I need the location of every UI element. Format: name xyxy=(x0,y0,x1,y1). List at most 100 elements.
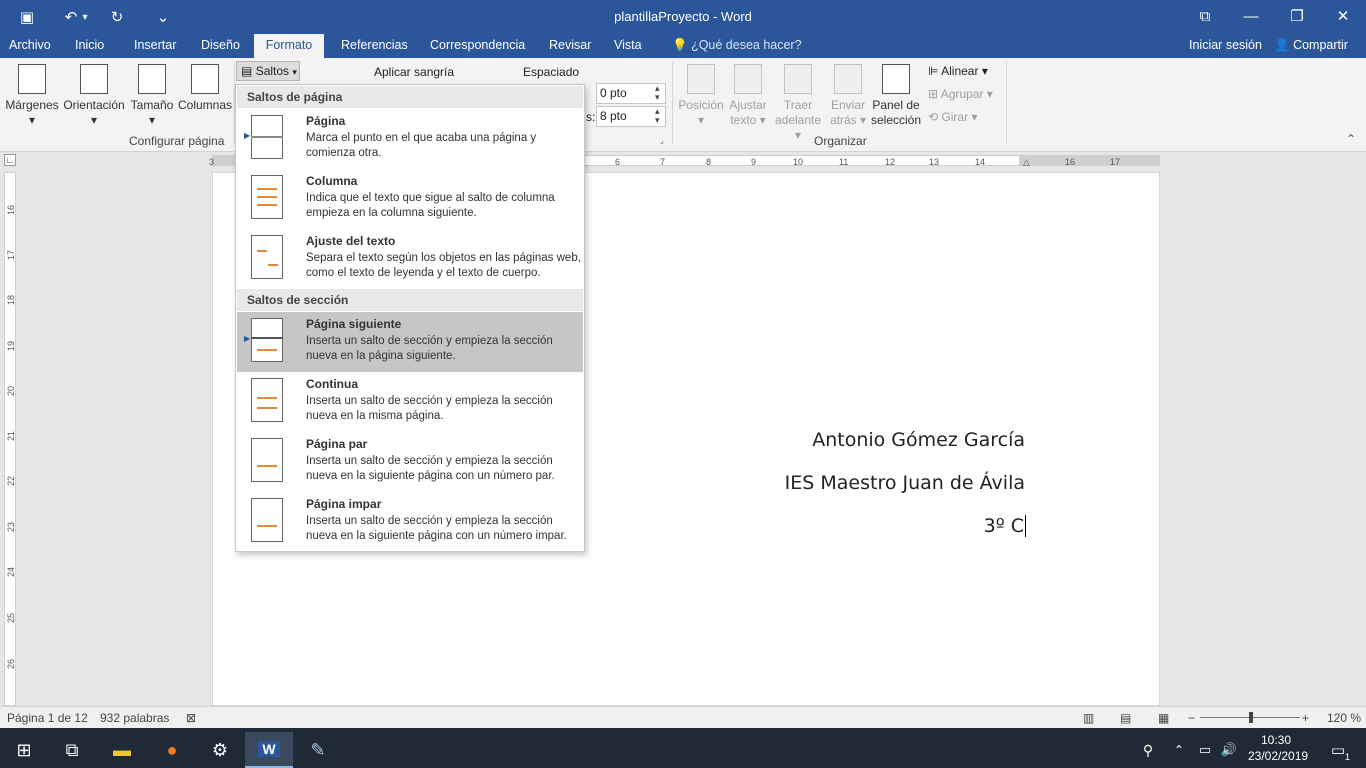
selection-pane-button[interactable]: Panel de selección xyxy=(870,64,922,128)
indent-marker-icon[interactable]: △ xyxy=(1023,157,1030,168)
spacing-after-input[interactable]: 8 pto xyxy=(596,106,666,127)
zoom-out-icon[interactable]: − xyxy=(1188,711,1195,725)
align-label: Alinear xyxy=(941,64,979,78)
rotate-label: Girar xyxy=(941,110,969,124)
ruler-tick: 17 xyxy=(1110,157,1121,167)
page-count[interactable]: Página 1 de 12 xyxy=(7,711,88,725)
document-line-class[interactable]: 3º C xyxy=(984,515,1026,537)
word-count[interactable]: 932 palabras xyxy=(100,711,169,725)
tab-revisar[interactable]: Revisar xyxy=(541,34,599,58)
ruler-tick: 22 xyxy=(6,476,16,487)
ruler-tick: 3 xyxy=(209,157,215,167)
tab-insertar[interactable]: Insertar xyxy=(126,34,184,58)
break-item-odd-page[interactable]: Página impar Inserta un salto de sección… xyxy=(237,492,583,552)
break-item-column[interactable]: Columna Indica que el texto que sigue al… xyxy=(237,169,583,229)
notifications-icon[interactable]: ▭ 1 xyxy=(1314,732,1362,768)
break-item-text-wrapping[interactable]: Ajuste del texto Separa el texto según l… xyxy=(237,229,583,289)
margins-label: Márgenes xyxy=(5,98,59,112)
wrap-text-button: Ajustar texto ▾ xyxy=(726,64,770,128)
tab-inicio[interactable]: Inicio xyxy=(67,34,112,58)
break-item-even-page[interactable]: Página par Inserta un salto de sección y… xyxy=(237,432,583,492)
file-explorer-icon[interactable]: ▬ xyxy=(98,732,146,768)
ruler-tick: 23 xyxy=(6,522,16,533)
ruler-tick: 21 xyxy=(6,431,16,442)
size-button[interactable]: Tamaño ▾ xyxy=(128,64,176,128)
settings-gear-icon[interactable]: ⚙ xyxy=(196,732,244,768)
minimize-button[interactable]: — xyxy=(1228,0,1274,32)
ruler-tick: 8 xyxy=(706,157,712,167)
tab-formato[interactable]: Formato xyxy=(254,34,324,58)
ruler-tick: 14 xyxy=(975,157,986,167)
columns-button[interactable]: Columnas xyxy=(177,64,233,113)
send-backward-icon xyxy=(834,64,862,94)
continuous-break-icon xyxy=(251,378,283,422)
tab-referencias[interactable]: Referencias xyxy=(333,34,416,58)
orientation-icon xyxy=(80,64,108,94)
tell-me-search[interactable]: 💡 ¿Qué desea hacer? xyxy=(664,34,810,58)
tab-diseno[interactable]: Diseño xyxy=(193,34,248,58)
ruler-tick: 26 xyxy=(6,659,16,670)
vertical-ruler[interactable]: 16 17 18 19 20 21 22 23 24 25 26 xyxy=(4,172,16,706)
text-wrapping-break-icon xyxy=(251,235,283,279)
tab-archivo[interactable]: Archivo xyxy=(1,34,59,58)
tab-vista[interactable]: Vista xyxy=(606,34,650,58)
people-icon[interactable]: ⚲ xyxy=(1124,732,1172,768)
wrap-text-label-2: texto xyxy=(730,113,757,127)
zoom-level[interactable]: 120 % xyxy=(1327,711,1361,725)
spacing-after-label: s: xyxy=(586,110,596,124)
word-taskbar-icon[interactable]: W xyxy=(245,732,293,768)
firefox-icon[interactable]: ● xyxy=(148,732,196,768)
break-item-page[interactable]: ▶ Página Marca el punto en el que acaba … xyxy=(237,109,583,169)
share-button[interactable]: 👤 Compartir xyxy=(1266,34,1356,58)
task-view-icon[interactable]: ⧉ xyxy=(48,732,96,768)
break-item-continuous[interactable]: Continua Inserta un salto de sección y e… xyxy=(237,372,583,432)
window-title: plantillaProyecto - Word xyxy=(614,9,752,24)
print-layout-icon[interactable]: ▤ xyxy=(1120,711,1131,725)
clock-date: 23/02/2019 xyxy=(1248,749,1309,763)
indent-label: Aplicar sangría xyxy=(374,65,455,79)
selection-pane-label-2: selección xyxy=(870,113,922,127)
close-button[interactable]: ✕ xyxy=(1320,0,1366,32)
columns-label: Columnas xyxy=(177,98,233,112)
bring-forward-label-2: adelante xyxy=(774,113,822,127)
breaks-button[interactable]: ▤ Saltos ▾ xyxy=(236,61,300,81)
ribbon-display-options-icon[interactable]: ⧉ xyxy=(1182,0,1228,32)
break-item-desc: Inserta un salto de sección y empieza la… xyxy=(306,515,567,542)
paragraph-dialog-launcher-icon[interactable]: ⌟ xyxy=(660,136,664,145)
lightbulb-icon: 💡 xyxy=(672,38,688,52)
ruler-tick: 24 xyxy=(6,567,16,578)
web-layout-icon[interactable]: ▦ xyxy=(1158,711,1169,725)
clock[interactable]: 10:30 23/02/2019 xyxy=(1248,732,1309,764)
spacing-before-input[interactable]: 0 pto xyxy=(596,83,666,104)
paint-icon[interactable]: ✎ xyxy=(294,732,342,768)
proofing-icon[interactable]: ⊠ xyxy=(186,711,196,725)
tab-selector-icon[interactable]: ∟ xyxy=(4,154,16,166)
orientation-button[interactable]: Orientación ▾ xyxy=(62,64,126,128)
restore-button[interactable]: ❐ xyxy=(1274,0,1320,32)
windows-start-icon[interactable]: ⊞ xyxy=(0,732,48,768)
zoom-in-icon[interactable]: + xyxy=(1302,711,1309,725)
selection-pane-icon xyxy=(882,64,910,94)
send-backward-label-1: Enviar xyxy=(830,98,865,112)
margins-button[interactable]: Márgenes ▾ xyxy=(4,64,60,128)
collapse-ribbon-icon[interactable]: ⌃ xyxy=(1346,132,1356,146)
zoom-slider-thumb[interactable] xyxy=(1249,712,1253,723)
signin-link[interactable]: Iniciar sesión xyxy=(1181,34,1270,58)
break-item-desc: Marca el punto en el que acaba una págin… xyxy=(306,132,537,159)
document-line-author[interactable]: Antonio Gómez García xyxy=(812,429,1025,451)
break-item-next-page[interactable]: ▶ Página siguiente Inserta un salto de s… xyxy=(237,312,583,372)
clock-time: 10:30 xyxy=(1260,733,1292,747)
bring-forward-label-1: Traer xyxy=(783,98,813,112)
show-hidden-icons[interactable]: ⌃ xyxy=(1166,732,1192,768)
ribbon-tabs: Archivo Inicio Insertar Diseño Formato R… xyxy=(0,34,1366,58)
group-objects-label: Agrupar xyxy=(940,87,984,101)
group-divider xyxy=(1006,62,1007,144)
ruler-tick: 13 xyxy=(929,157,940,167)
document-line-school[interactable]: IES Maestro Juan de Ávila xyxy=(785,472,1025,494)
read-mode-icon[interactable]: ▥ xyxy=(1083,711,1094,725)
tab-correspondencia[interactable]: Correspondencia xyxy=(422,34,533,58)
volume-icon[interactable]: 🔊 xyxy=(1216,732,1242,768)
network-icon[interactable]: ▭ xyxy=(1192,732,1218,768)
align-button[interactable]: ⊫ Alinear ▾ xyxy=(928,64,988,78)
break-item-desc: Inserta un salto de sección y empieza la… xyxy=(306,395,553,422)
